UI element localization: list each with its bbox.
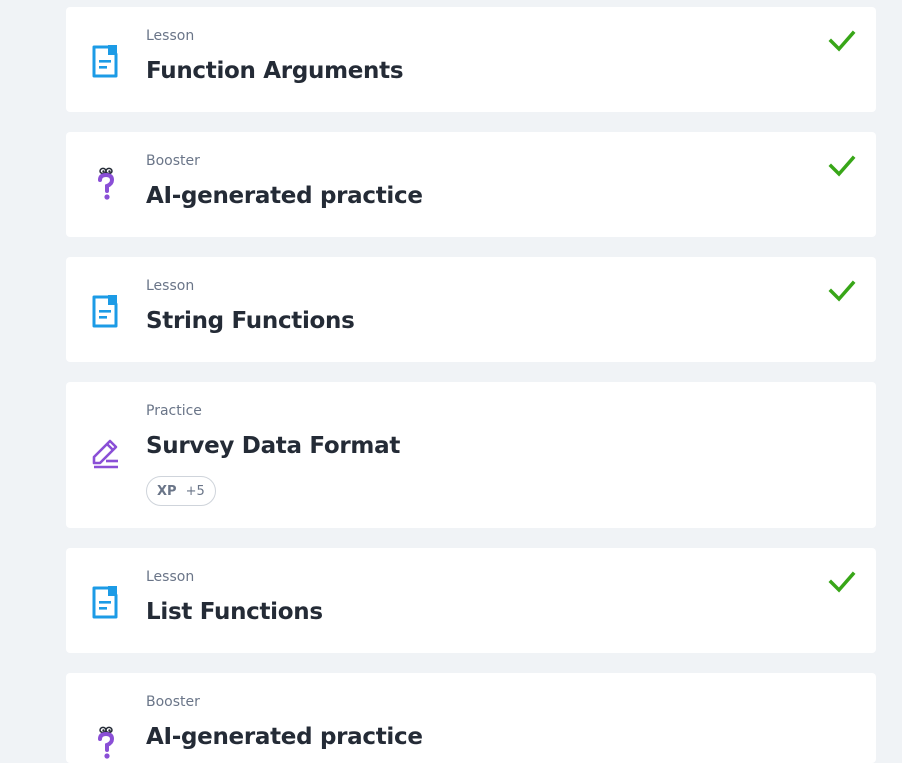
item-title: List Functions	[146, 599, 323, 625]
list-item-survey-data-format[interactable]: Practice Survey Data Format XP +5	[66, 382, 876, 528]
check-icon	[828, 280, 856, 302]
item-type-label: Booster	[146, 153, 200, 169]
item-type-label: Booster	[146, 694, 200, 710]
item-type-label: Lesson	[146, 278, 195, 294]
list-item-string-functions[interactable]: Lesson String Functions	[66, 257, 876, 362]
xp-label: XP	[157, 483, 177, 499]
check-icon	[828, 155, 856, 177]
item-type-label: Lesson	[146, 28, 195, 44]
lesson-list: Lesson Function Arguments Booster AI-gen…	[66, 7, 876, 763]
item-title: Survey Data Format	[146, 433, 401, 459]
xp-badge: XP +5	[146, 476, 216, 506]
item-title: AI-generated practice	[146, 724, 423, 750]
pencil-edit-icon	[92, 439, 118, 469]
check-icon	[828, 30, 856, 52]
lesson-doc-icon	[92, 295, 118, 328]
item-type-label: Lesson	[146, 569, 195, 585]
list-item-ai-generated-practice-2[interactable]: Booster AI-generated practice	[66, 673, 876, 763]
lesson-doc-icon	[92, 45, 118, 78]
item-title: AI-generated practice	[146, 183, 423, 209]
item-title: String Functions	[146, 308, 355, 334]
question-mark-icon	[98, 167, 115, 200]
lesson-doc-icon	[92, 586, 118, 619]
check-icon	[828, 571, 856, 593]
list-item-list-functions[interactable]: Lesson List Functions	[66, 548, 876, 653]
xp-value: +5	[185, 483, 205, 499]
list-item-function-arguments[interactable]: Lesson Function Arguments	[66, 7, 876, 112]
item-title: Function Arguments	[146, 58, 404, 84]
question-mark-icon	[98, 726, 115, 759]
item-type-label: Practice	[146, 403, 202, 419]
list-item-ai-generated-practice[interactable]: Booster AI-generated practice	[66, 132, 876, 237]
